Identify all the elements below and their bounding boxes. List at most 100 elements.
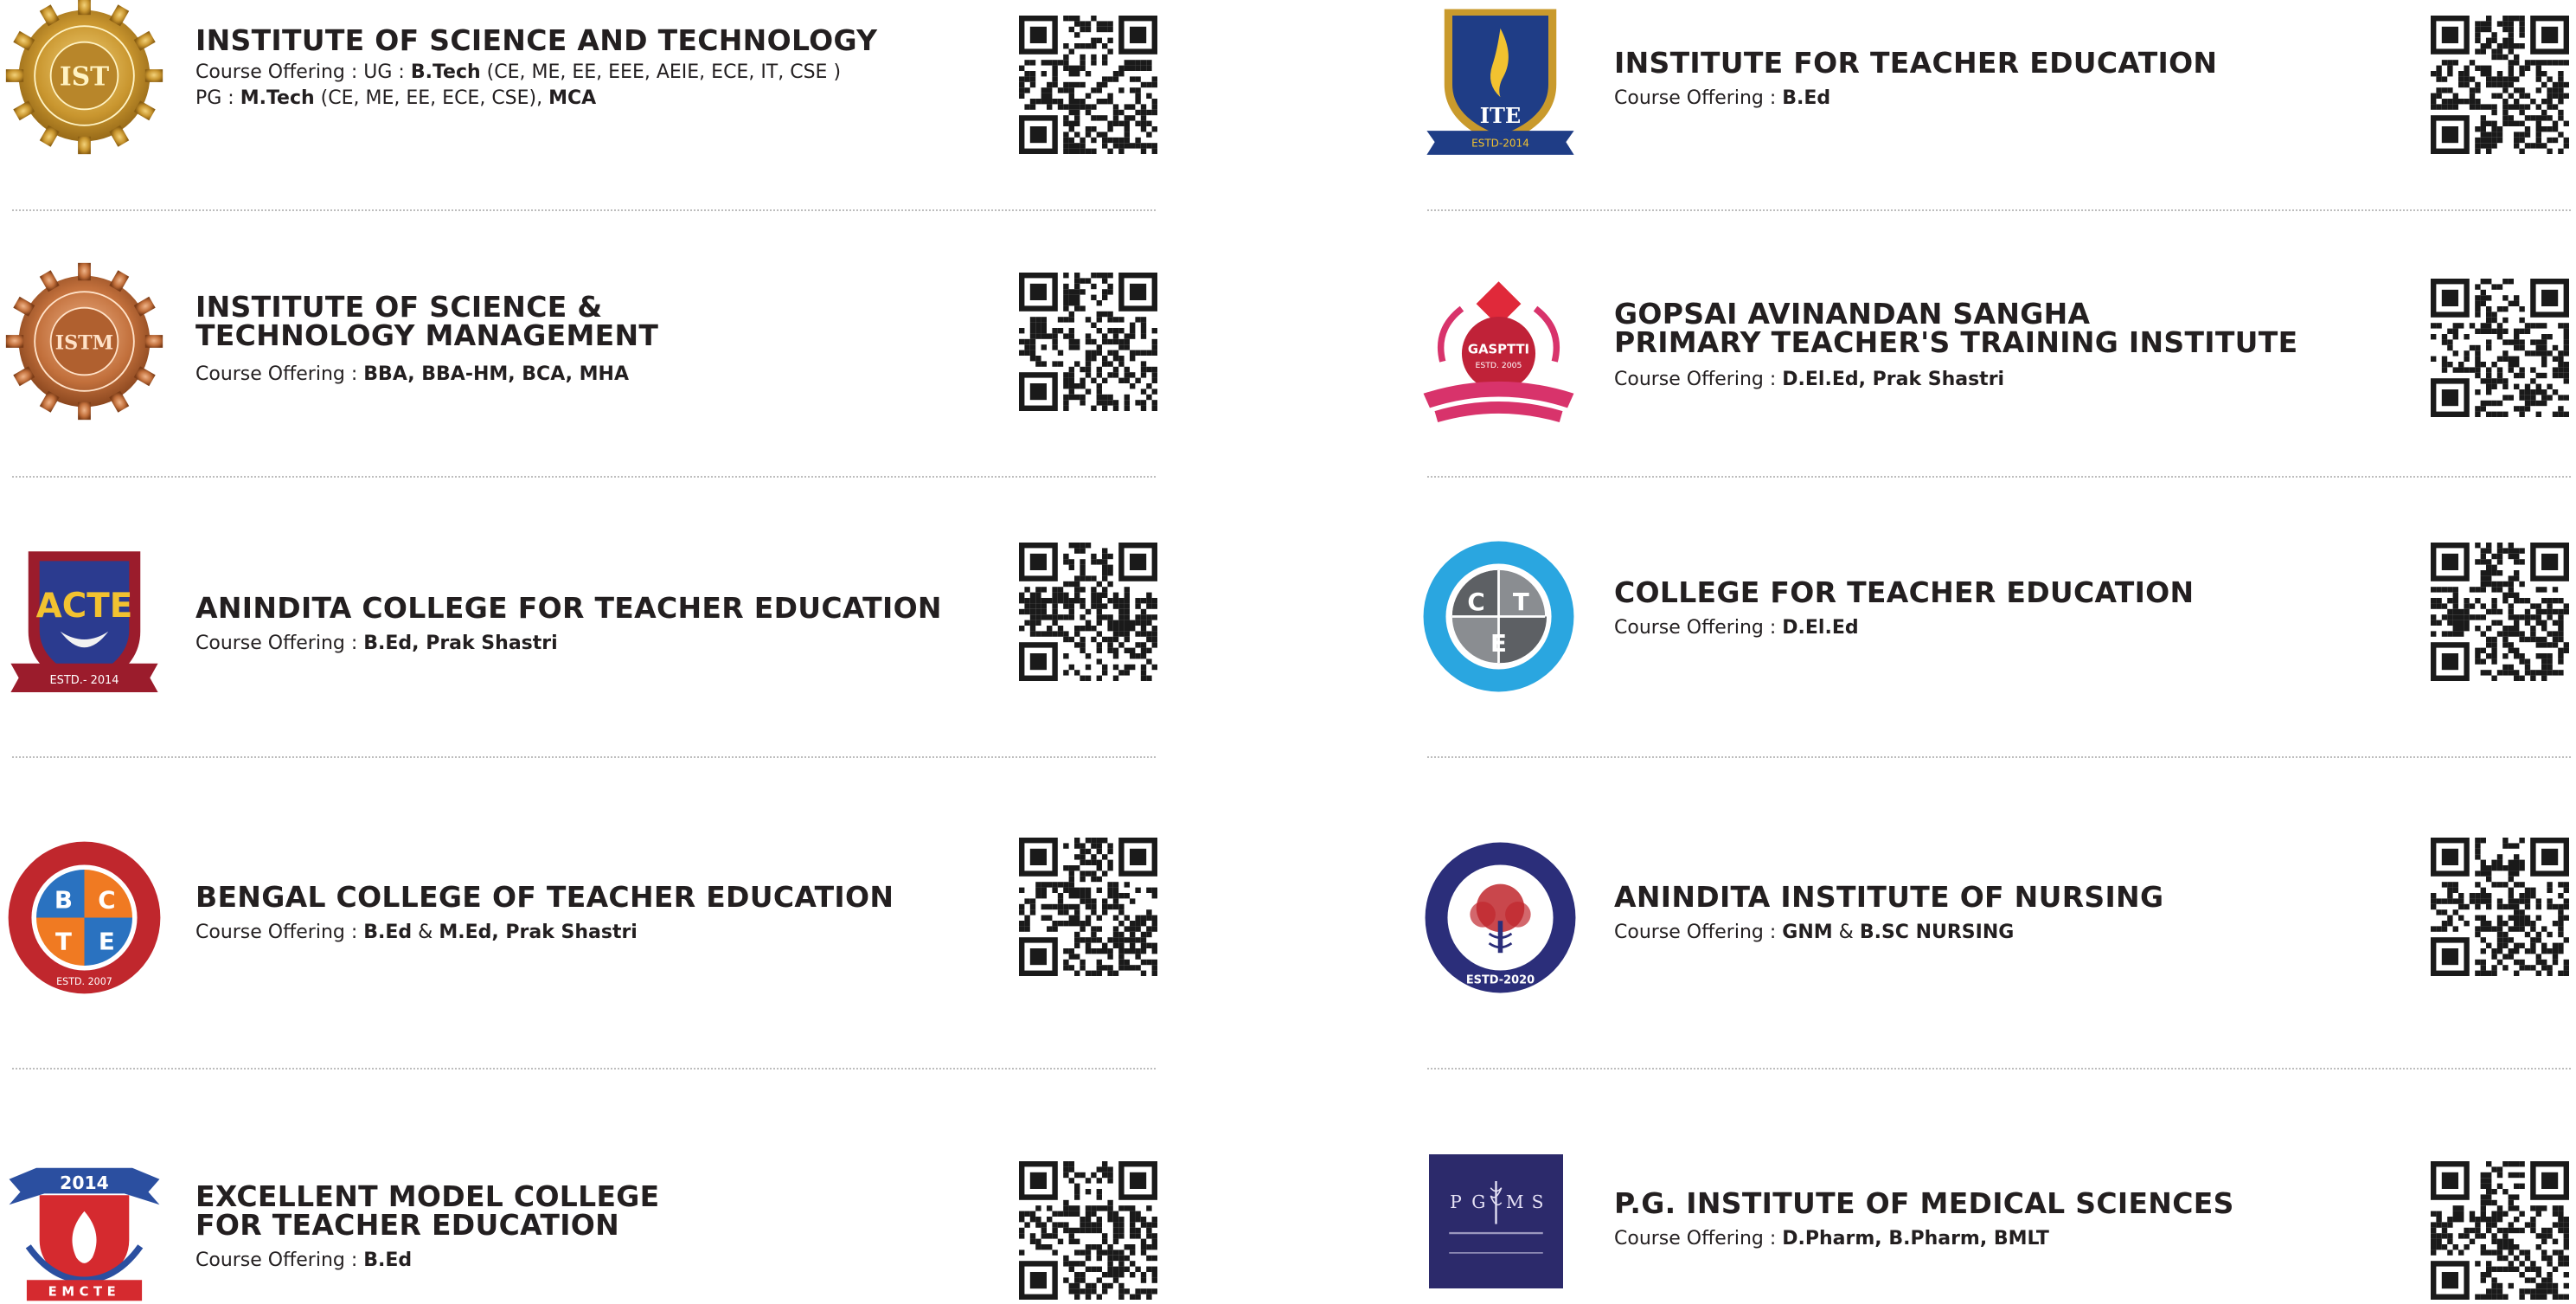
qr-module [2491, 32, 2497, 38]
qr-module [1135, 965, 1141, 971]
qr-module [1085, 278, 1092, 284]
qr-module [2469, 587, 2476, 593]
qr-module [2496, 1172, 2503, 1179]
qr-module [2541, 115, 2547, 121]
qr-module [2514, 137, 2520, 144]
qr-module [2508, 115, 2514, 121]
qr-module [2480, 647, 2486, 653]
qr-code[interactable] [2431, 16, 2569, 154]
qr-module [1068, 65, 1074, 71]
qr-module [1151, 1222, 1157, 1228]
qr-module [1102, 273, 1108, 279]
qr-module [1035, 603, 1041, 609]
qr-module [1151, 104, 1157, 110]
qr-module [1074, 109, 1080, 116]
qr-module [2535, 344, 2541, 351]
qr-module [2431, 1227, 2437, 1234]
qr-module [2491, 1222, 2497, 1228]
qr-module [1107, 948, 1113, 954]
qr-module [2486, 1199, 2492, 1206]
qr-module [2496, 400, 2503, 407]
qr-module [2514, 647, 2520, 653]
qr-module [1151, 126, 1157, 132]
qr-module [2480, 362, 2486, 368]
qr-module [2496, 81, 2503, 88]
qr-module [1063, 909, 1069, 915]
qr-module [1068, 1238, 1074, 1244]
qr-module [1091, 87, 1097, 93]
qr-module [2491, 948, 2497, 954]
qr-module [2558, 362, 2564, 368]
qr-module [1080, 614, 1086, 620]
qr-module [1096, 965, 1102, 971]
qr-module [2514, 356, 2520, 362]
qr-module [2530, 1288, 2536, 1294]
qr-module [1080, 647, 1086, 653]
qr-module [1085, 1222, 1092, 1228]
qr-module [2431, 898, 2437, 904]
qr-module [1118, 893, 1125, 899]
qr-module [2514, 300, 2520, 306]
qr-code[interactable] [1019, 273, 1157, 411]
qr-code[interactable] [1019, 16, 1157, 154]
qr-code[interactable] [2431, 543, 2569, 681]
qr-module [1063, 965, 1069, 971]
qr-module [1151, 1238, 1157, 1244]
qr-module [2502, 54, 2509, 61]
qr-module [2436, 587, 2442, 593]
qr-module [1096, 366, 1102, 373]
qr-module [1107, 273, 1113, 279]
qr-code[interactable] [2431, 838, 2569, 976]
qr-module [2535, 339, 2541, 345]
qr-module [1029, 317, 1036, 323]
qr-module [1118, 1233, 1125, 1239]
qr-module [2480, 120, 2486, 126]
qr-code[interactable] [2431, 279, 2569, 417]
qr-module [1091, 60, 1097, 66]
qr-module [2558, 626, 2564, 632]
qr-module [2496, 48, 2503, 55]
qr-module [1107, 338, 1113, 345]
qr-module [2552, 636, 2559, 643]
qr-finder-center [1130, 26, 1147, 43]
qr-module [2491, 81, 2497, 88]
qr-module [2486, 16, 2492, 22]
course-offering: Course Offering : UG : B.Tech (CE, ME, E… [195, 61, 842, 83]
qr-module [1146, 603, 1152, 609]
qr-module [1024, 350, 1030, 356]
qr-code[interactable] [1019, 543, 1157, 681]
qr-code[interactable] [1019, 838, 1157, 976]
qr-module [1124, 598, 1130, 604]
qr-finder-center [1029, 553, 1047, 570]
qr-module [1057, 898, 1064, 904]
qr-module [1112, 647, 1119, 653]
qr-module [2469, 99, 2476, 105]
qr-module [2535, 1233, 2541, 1239]
qr-module [2486, 903, 2492, 910]
qr-module [2547, 76, 2553, 82]
qr-module [2486, 870, 2492, 877]
qr-module [2486, 1261, 2492, 1267]
qr-module [1112, 350, 1119, 356]
qr-code[interactable] [1019, 1161, 1157, 1300]
qr-module [1124, 587, 1130, 593]
qr-module [2558, 1222, 2564, 1228]
qr-module [2496, 670, 2503, 676]
qr-module [2486, 295, 2492, 301]
qr-module [1085, 356, 1092, 362]
qr-module [1112, 71, 1119, 77]
qr-module [2452, 898, 2458, 904]
qr-module [2431, 323, 2437, 329]
qr-module [2480, 603, 2486, 609]
qr-module [1024, 338, 1030, 345]
qr-code[interactable] [2431, 1161, 2569, 1300]
qr-module [2541, 126, 2547, 132]
qr-module [1096, 273, 1102, 279]
entry-cte: COLLEGE FOR TEACHER EDUCATION Course Off… [1614, 578, 2194, 641]
qr-module [2475, 647, 2481, 653]
qr-module [1085, 93, 1092, 99]
qr-module [2441, 87, 2448, 93]
qr-module [2447, 362, 2453, 368]
qr-module [1080, 893, 1086, 899]
qr-module [1135, 317, 1141, 323]
